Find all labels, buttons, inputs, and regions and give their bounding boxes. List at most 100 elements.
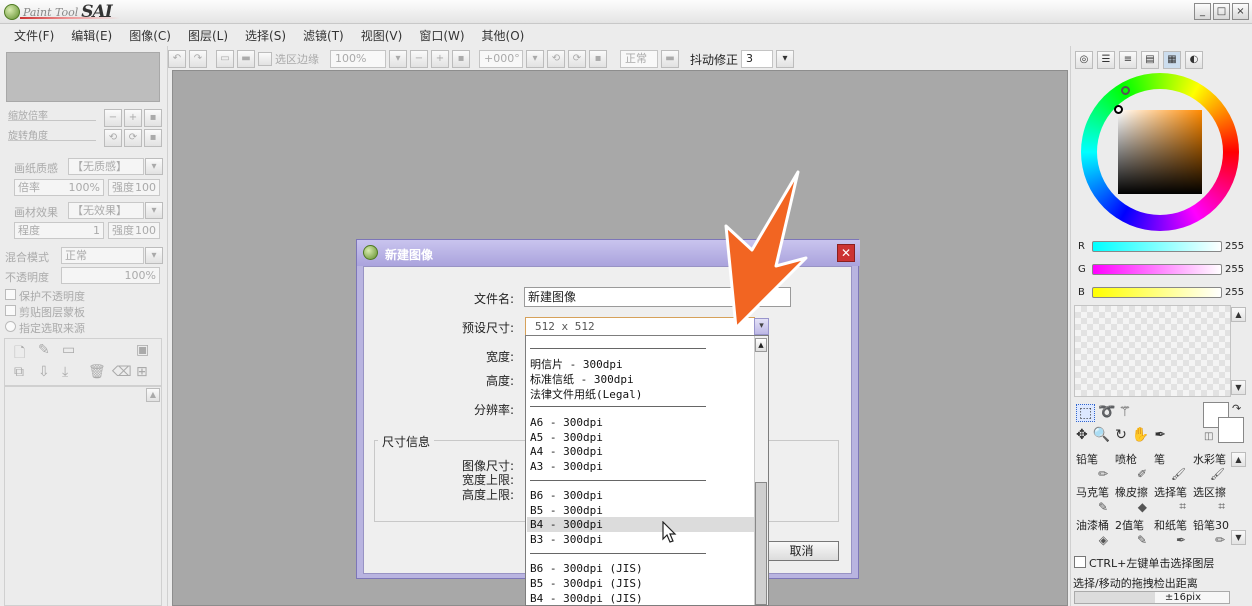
zoom-icon[interactable]: 🔍 — [1093, 427, 1110, 443]
preset-option[interactable]: A5 - 300dpi — [530, 431, 603, 444]
tool-brush[interactable]: 笔 🖌 — [1152, 451, 1191, 484]
preset-option[interactable]: 明信片 - 300dpi — [530, 356, 623, 372]
stabilizer-field[interactable]: 3 — [741, 50, 774, 68]
scratchpad-tab[interactable]: ◐ — [1185, 51, 1203, 69]
rotate-left-button[interactable]: ⟲ — [547, 50, 565, 68]
nav-rotate-left-button[interactable]: ⟲ — [104, 129, 122, 147]
ctrl-select-checkbox[interactable] — [1074, 556, 1086, 568]
paper-texture-dropdown-button[interactable]: ▾ — [145, 158, 163, 175]
rotation-dropdown-button[interactable]: ▾ — [526, 50, 544, 68]
tool-marker[interactable]: 马克笔 ✎ — [1074, 484, 1113, 517]
nav-zoom-reset-button[interactable]: ▪ — [144, 109, 162, 127]
tool-eraser[interactable]: 橡皮擦 ◆ — [1113, 484, 1152, 517]
strength2-field[interactable]: 强度 100 — [108, 222, 160, 239]
clear-layer-icon[interactable]: ⌫ — [112, 364, 132, 380]
paper-texture-select[interactable]: 【无质感】 — [68, 158, 144, 175]
dropdown-scroll-thumb[interactable] — [755, 482, 767, 605]
paper-effect-select[interactable]: 【无效果】 — [68, 202, 144, 219]
preset-option[interactable]: A3 - 300dpi — [530, 460, 603, 473]
new-vector-layer-icon[interactable]: ✎ — [38, 342, 50, 358]
move-icon[interactable]: ✥ — [1076, 427, 1088, 443]
tool-select-eraser[interactable]: 选区擦 ⌗ — [1191, 484, 1230, 517]
crop-button[interactable]: ▬ — [237, 50, 255, 68]
maximize-button[interactable]: □ — [1213, 3, 1230, 20]
tool-washi[interactable]: 和纸笔 ✒ — [1152, 517, 1191, 550]
preset-option[interactable]: B6 - 300dpi (JIS) — [530, 562, 643, 575]
b-slider[interactable] — [1092, 286, 1222, 298]
blend-mode-dropdown-button[interactable]: ▾ — [145, 247, 163, 264]
nav-rotate-reset-button[interactable]: ▪ — [144, 129, 162, 147]
merge-down-icon[interactable]: ⤓ — [62, 364, 68, 380]
zoom-reset-button[interactable]: ▪ — [452, 50, 470, 68]
preset-option[interactable]: A4 - 300dpi — [530, 445, 603, 458]
background-color-swatch[interactable] — [1218, 417, 1244, 443]
color-wheel-tab[interactable]: ◎ — [1075, 51, 1093, 69]
magic-wand-icon[interactable]: ⚚ — [1119, 404, 1132, 422]
tool-bucket[interactable]: 油漆桶 ◈ — [1074, 517, 1113, 550]
dropdown-scroll-up-button[interactable]: ▲ — [755, 338, 767, 352]
rgb-slider-tab[interactable]: ☰ — [1097, 51, 1115, 69]
tool-pencil[interactable]: 铅笔 ✏ — [1074, 451, 1113, 484]
redo-button[interactable]: ↷ — [189, 50, 207, 68]
preset-option[interactable]: B3 - 300dpi — [530, 533, 603, 546]
rotate-slider[interactable] — [8, 140, 96, 141]
preset-size-select[interactable]: 512 x 512 — [525, 317, 755, 336]
minimize-button[interactable]: _ — [1194, 3, 1211, 20]
transfer-down-icon[interactable]: ⇩ — [38, 364, 50, 380]
stabilizer-dropdown-button[interactable]: ▾ — [776, 50, 795, 68]
flip-button[interactable]: ▬ — [661, 50, 679, 68]
swatch-scroll-down-button[interactable]: ▼ — [1231, 380, 1246, 395]
new-layer-icon[interactable]: 🗋 — [14, 342, 25, 366]
rotation-reset-button[interactable]: ▪ — [589, 50, 607, 68]
layer-list[interactable] — [4, 386, 162, 606]
transparent-color-icon[interactable]: ◫ — [1204, 431, 1213, 442]
g-slider[interactable] — [1092, 263, 1222, 275]
eyedropper-icon[interactable]: ✒ — [1154, 427, 1166, 443]
menu-edit[interactable]: 编辑(E) — [71, 27, 112, 44]
tool-watercolor[interactable]: 水彩笔 🖌 — [1191, 451, 1230, 484]
dialog-close-button[interactable]: ✕ — [837, 244, 855, 262]
layer-scroll-up-button[interactable]: ▲ — [146, 388, 160, 402]
delete-layer-icon[interactable]: 🗑 — [88, 364, 106, 380]
view-mode-field[interactable]: 正常 — [620, 50, 658, 68]
tool-select-pen[interactable]: 选择笔 ⌗ — [1152, 484, 1191, 517]
menu-select[interactable]: 选择(S) — [245, 27, 286, 44]
rect-select-icon[interactable]: ⬚ — [1076, 404, 1096, 422]
nav-zoom-out-button[interactable]: − — [104, 109, 122, 127]
lasso-icon[interactable]: ➰ — [1098, 404, 1115, 422]
zoom-dropdown-button[interactable]: ▾ — [389, 50, 407, 68]
preset-option[interactable]: B6 - 300dpi — [530, 489, 603, 502]
hue-marker[interactable] — [1121, 86, 1130, 95]
sv-marker[interactable] — [1114, 105, 1123, 114]
deselect-button[interactable]: ▭ — [216, 50, 234, 68]
protect-opacity-checkbox[interactable] — [5, 289, 16, 300]
layer-mask-icon[interactable]: ▣ — [136, 342, 149, 358]
menu-window[interactable]: 窗口(W) — [419, 27, 464, 44]
zoom-slider[interactable] — [8, 120, 96, 121]
merge-selected-icon[interactable]: ⊞ — [136, 364, 148, 380]
menu-file[interactable]: 文件(F) — [14, 27, 54, 44]
paper-effect-dropdown-button[interactable]: ▾ — [145, 202, 163, 219]
new-folder-icon[interactable]: ▭ — [62, 342, 75, 358]
tool-scroll-down-button[interactable]: ▼ — [1231, 530, 1246, 545]
preset-option[interactable]: B4 - 300dpi (JIS) — [530, 592, 643, 605]
tool-airbrush[interactable]: 喷枪 ✐ — [1113, 451, 1152, 484]
strength-field[interactable]: 强度 100 — [108, 179, 160, 196]
selection-source-radio[interactable] — [5, 321, 16, 332]
opacity-slider[interactable]: 100% — [61, 267, 160, 284]
swatch-palette[interactable] — [1074, 305, 1231, 397]
clip-group-checkbox[interactable] — [5, 305, 16, 316]
preset-dropdown-list[interactable]: 明信片 - 300dpi 标准信纸 - 300dpi 法律文件用纸(Legal)… — [525, 335, 769, 606]
swatches-tab[interactable]: ▦ — [1163, 51, 1181, 69]
swap-colors-icon[interactable]: ↷ — [1232, 402, 1241, 415]
rotate-view-icon[interactable]: ↻ — [1115, 427, 1127, 443]
select-edge-checkbox[interactable] — [258, 52, 272, 66]
preset-option-highlighted[interactable]: B4 - 300dpi — [530, 518, 603, 531]
menu-image[interactable]: 图像(C) — [129, 27, 171, 44]
zoom-in-button[interactable]: + — [431, 50, 449, 68]
blend-mode-select[interactable]: 正常 — [61, 247, 144, 264]
cancel-button[interactable]: 取消 — [764, 541, 839, 561]
menu-view[interactable]: 视图(V) — [361, 27, 403, 44]
preset-option[interactable]: B5 - 300dpi — [530, 504, 603, 517]
close-window-button[interactable]: × — [1232, 3, 1249, 20]
